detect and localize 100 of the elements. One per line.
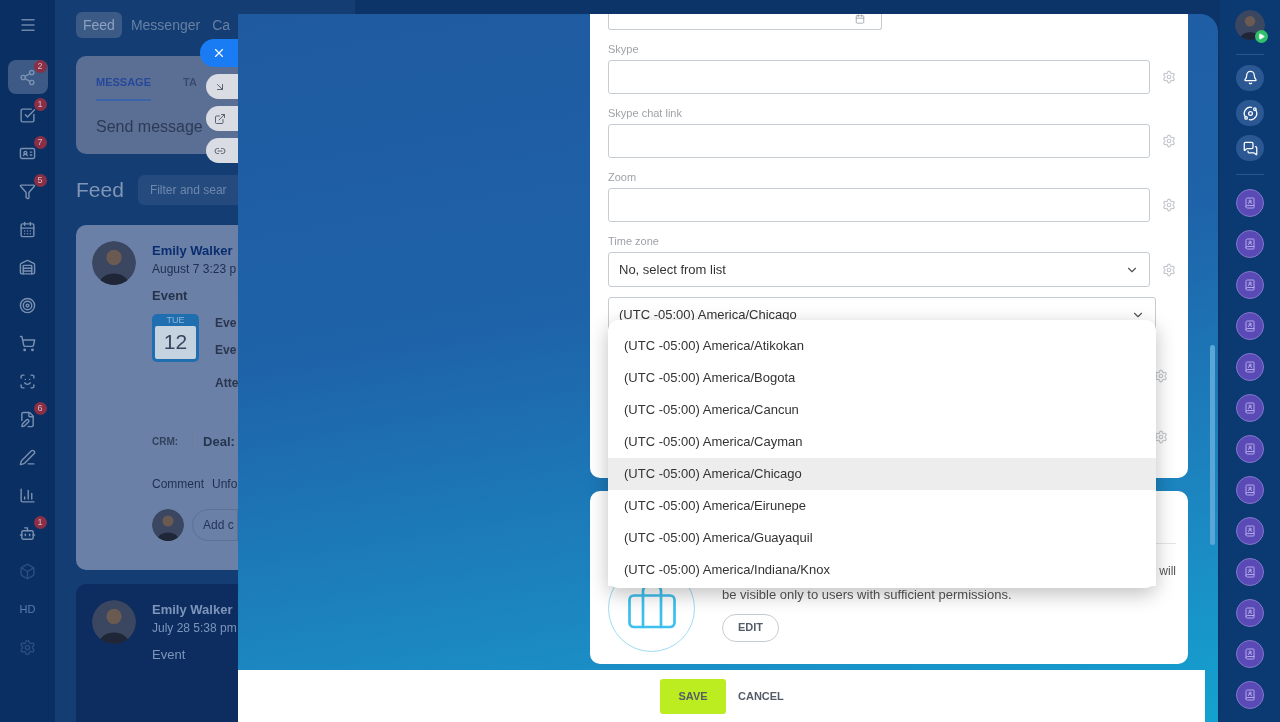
filter-icon <box>19 182 36 200</box>
post-action[interactable]: Comment <box>152 475 204 493</box>
gear-icon <box>19 638 36 656</box>
contact-button[interactable] <box>1236 681 1264 709</box>
contact-button[interactable] <box>1236 271 1264 299</box>
contact-button[interactable] <box>1236 476 1264 504</box>
cart-icon <box>19 334 36 352</box>
nav-tab[interactable]: Feed <box>76 12 122 38</box>
document-icon <box>19 410 36 428</box>
contact-button[interactable] <box>1236 558 1264 586</box>
contact-book-icon <box>1244 689 1256 701</box>
contact-book-icon <box>1244 484 1256 496</box>
avatar <box>92 240 136 285</box>
sidebar-item[interactable]: 7 <box>7 136 48 170</box>
cube-icon <box>19 562 36 580</box>
contact-button[interactable] <box>1236 312 1264 340</box>
sidebar-item[interactable]: HD <box>7 592 48 626</box>
pen-icon <box>19 448 36 466</box>
chat-button[interactable] <box>1236 135 1264 162</box>
count-badge: 2 <box>33 60 47 73</box>
contact-button[interactable] <box>1236 189 1264 217</box>
event-detail: Eve <box>215 314 238 332</box>
close-icon <box>212 46 226 60</box>
field-label: Time zone <box>608 234 660 248</box>
scan-icon <box>19 372 36 390</box>
post-type: Event <box>152 646 186 664</box>
timezone-option[interactable]: (UTC -05:00) America/Cayman <box>608 426 1156 458</box>
cancel-button[interactable]: CANCEL <box>738 687 784 705</box>
timezone-option[interactable]: (UTC -05:00) America/Cancun <box>608 394 1156 426</box>
bell-icon <box>1242 70 1258 86</box>
nav-tab[interactable]: Ca <box>209 12 234 38</box>
field-label: Zoom <box>608 170 638 184</box>
permission-note-end: will <box>1159 563 1176 580</box>
save-button[interactable]: SAVE <box>660 678 726 714</box>
field-label: Skype chat link <box>608 106 683 120</box>
author-name[interactable]: Emily Walker <box>152 599 233 619</box>
contact-book-icon <box>1244 566 1256 578</box>
close-button[interactable] <box>200 39 238 67</box>
contact-button[interactable] <box>1236 599 1264 627</box>
play-badge <box>1255 30 1268 43</box>
contact-book-icon <box>1244 607 1256 619</box>
minimize-button[interactable] <box>206 74 238 99</box>
contact-book-icon <box>1244 402 1256 414</box>
timezone-option[interactable]: (UTC -05:00) America/Bogota <box>608 362 1156 394</box>
timezone-option[interactable]: (UTC -05:00) America/Chicago <box>608 458 1156 490</box>
open-new-window-button[interactable] <box>206 106 238 131</box>
permission-note: be visible only to users with sufficient permissions. <box>722 586 1013 604</box>
sidebar-item[interactable]: 6 <box>7 402 48 436</box>
sidebar-item[interactable]: 2 <box>7 60 48 94</box>
calendar-icon <box>19 220 36 238</box>
count-badge: 5 <box>33 174 47 187</box>
count-badge: 6 <box>33 402 47 415</box>
sidebar-item[interactable]: 1 <box>7 516 48 550</box>
contact-button[interactable] <box>1236 517 1264 545</box>
copy-link-button[interactable] <box>206 138 238 163</box>
contact-book-icon <box>1244 443 1256 455</box>
timezone-option[interactable]: (UTC -05:00) America/Guayaquil <box>608 522 1156 554</box>
chat-icon <box>1242 140 1258 156</box>
filter-field[interactable]: Filter and sear <box>137 174 239 205</box>
date-field[interactable] <box>608 14 882 30</box>
post-type: Event <box>152 287 188 305</box>
count-badge: 1 <box>33 98 47 111</box>
crm-label: CRM: <box>152 434 179 449</box>
contact-book-icon <box>1244 238 1256 250</box>
sidebar-item[interactable]: 1 <box>7 98 48 132</box>
calendar-icon <box>853 14 867 24</box>
timezone-option[interactable]: (UTC -05:00) America/Indiana/Knox <box>608 554 1156 586</box>
contact-book-icon <box>1244 279 1256 291</box>
contact-button[interactable] <box>1236 230 1264 258</box>
timezone-option[interactable]: (UTC -05:00) America/Eirunepe <box>608 490 1156 522</box>
target-icon <box>19 296 36 314</box>
event-detail: Eve <box>215 341 238 359</box>
warehouse-icon <box>19 258 36 276</box>
text-field[interactable] <box>608 188 1150 222</box>
contact-button[interactable] <box>1236 435 1264 463</box>
text-field[interactable] <box>608 60 1150 94</box>
menu-icon[interactable] <box>18 16 37 34</box>
scrollbar[interactable] <box>1210 345 1215 545</box>
post-action[interactable]: Unfo <box>212 475 238 493</box>
event-detail: Atte <box>215 374 239 392</box>
post-time: July 28 5:38 pm <box>152 620 237 637</box>
timezone-option[interactable]: (UTC -05:00) America/Atikokan <box>608 330 1156 362</box>
sidebar-item[interactable]: 5 <box>7 174 48 208</box>
contact-book-icon <box>1244 361 1256 373</box>
contact-button[interactable] <box>1236 640 1264 668</box>
timezone-mode-select[interactable]: No, select from list <box>608 252 1150 287</box>
text-field[interactable] <box>608 124 1150 158</box>
post-time: August 7 3:23 p <box>152 261 237 278</box>
count-badge: 1 <box>33 516 47 529</box>
notifications-button[interactable] <box>1236 64 1264 91</box>
contact-button[interactable] <box>1236 353 1264 381</box>
author-name[interactable]: Emily Walker <box>152 240 233 260</box>
event-date: TUE 12 <box>152 313 199 362</box>
contact-button[interactable] <box>1236 394 1264 422</box>
field-label: Skype <box>608 42 640 56</box>
avatar <box>152 509 184 541</box>
nav-tab[interactable]: Messenger <box>127 12 204 38</box>
external-link-icon <box>214 112 226 125</box>
orbit-button[interactable] <box>1236 100 1264 127</box>
crm-deal: Deal: <box>192 431 235 451</box>
